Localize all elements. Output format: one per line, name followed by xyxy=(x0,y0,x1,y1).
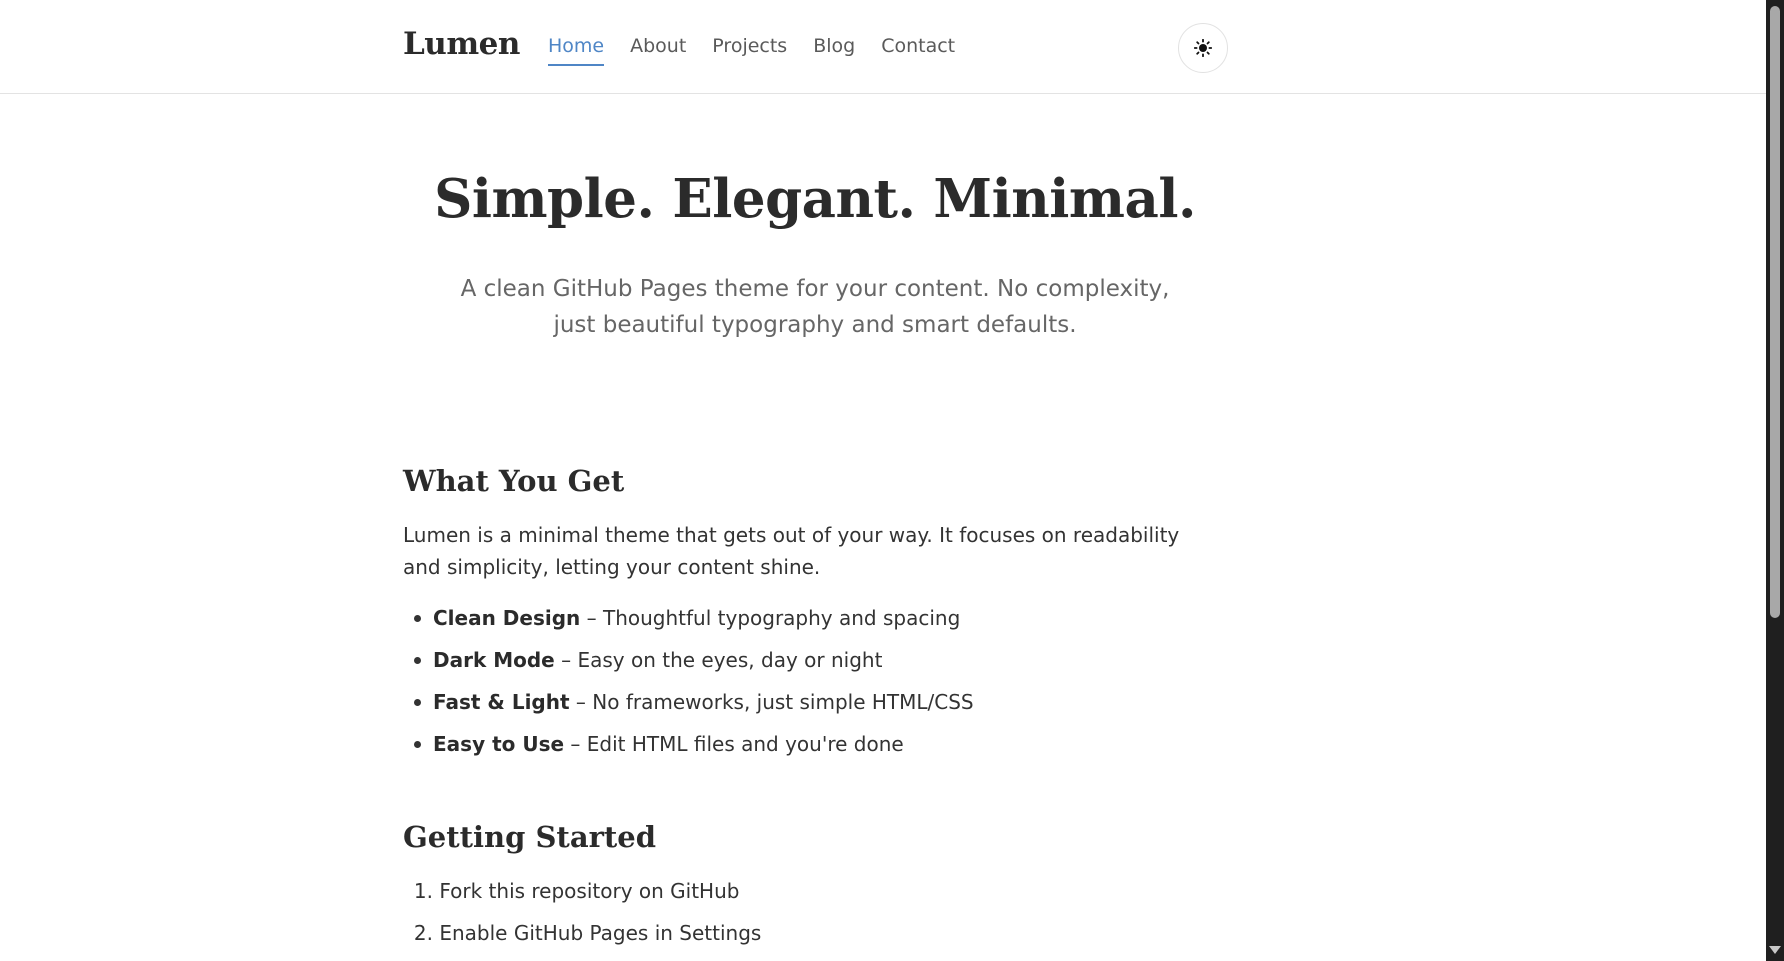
step-number: 2. xyxy=(413,921,433,945)
nav-link-projects[interactable]: Projects xyxy=(712,35,787,66)
feature-description: – Edit HTML files and you're done xyxy=(564,732,904,756)
hero-subtitle: A clean GitHub Pages theme for your cont… xyxy=(460,276,1170,338)
scroll-down-arrow-icon[interactable] xyxy=(1769,946,1781,954)
feature-term: Fast & Light xyxy=(433,690,570,714)
main-nav: Home About Projects Blog Contact xyxy=(548,35,955,66)
feature-description: – No frameworks, just simple HTML/CSS xyxy=(569,690,974,714)
list-item: Easy to Use – Edit HTML files and you're… xyxy=(414,730,974,772)
feature-term: Easy to Use xyxy=(433,732,565,756)
nav-link-contact[interactable]: Contact xyxy=(881,35,955,66)
list-item: Dark Mode – Easy on the eyes, day or nig… xyxy=(414,646,974,688)
step-text: Enable GitHub Pages in Settings xyxy=(439,921,762,945)
site-brand-logo[interactable]: Lumen xyxy=(403,26,520,62)
feature-description: – Thoughtful typography and spacing xyxy=(580,606,961,630)
step-text: Fork this repository on GitHub xyxy=(439,879,740,903)
list-item: Clean Design – Thoughtful typography and… xyxy=(414,604,974,646)
theme-toggle-button[interactable] xyxy=(1178,23,1228,73)
feature-term: Dark Mode xyxy=(433,648,555,672)
list-item: 1. Fork this repository on GitHub xyxy=(403,877,761,919)
sun-icon xyxy=(1194,39,1212,57)
feature-description: – Easy on the eyes, day or night xyxy=(554,648,883,672)
step-number: 1. xyxy=(413,879,433,903)
list-item: 2. Enable GitHub Pages in Settings xyxy=(403,919,761,961)
nav-link-about[interactable]: About xyxy=(630,35,686,66)
features-intro: Lumen is a minimal theme that gets out o… xyxy=(403,523,1180,579)
steps-list: 1. Fork this repository on GitHub 2. Ena… xyxy=(403,877,761,961)
getting-started-heading: Getting Started xyxy=(403,820,657,854)
nav-link-home[interactable]: Home xyxy=(548,35,605,66)
feature-list: Clean Design – Thoughtful typography and… xyxy=(403,604,974,772)
nav-link-blog[interactable]: Blog xyxy=(813,35,855,66)
list-item: Fast & Light – No frameworks, just simpl… xyxy=(414,688,974,730)
scrollbar-thumb[interactable] xyxy=(1770,6,1780,618)
vertical-scrollbar[interactable] xyxy=(1766,0,1784,961)
features-heading: What You Get xyxy=(403,464,625,498)
feature-term: Clean Design xyxy=(433,606,581,630)
hero-title: Simple. Elegant. Minimal. xyxy=(434,168,1196,230)
site-header: Lumen Home About Projects Blog Contact xyxy=(0,0,1766,94)
